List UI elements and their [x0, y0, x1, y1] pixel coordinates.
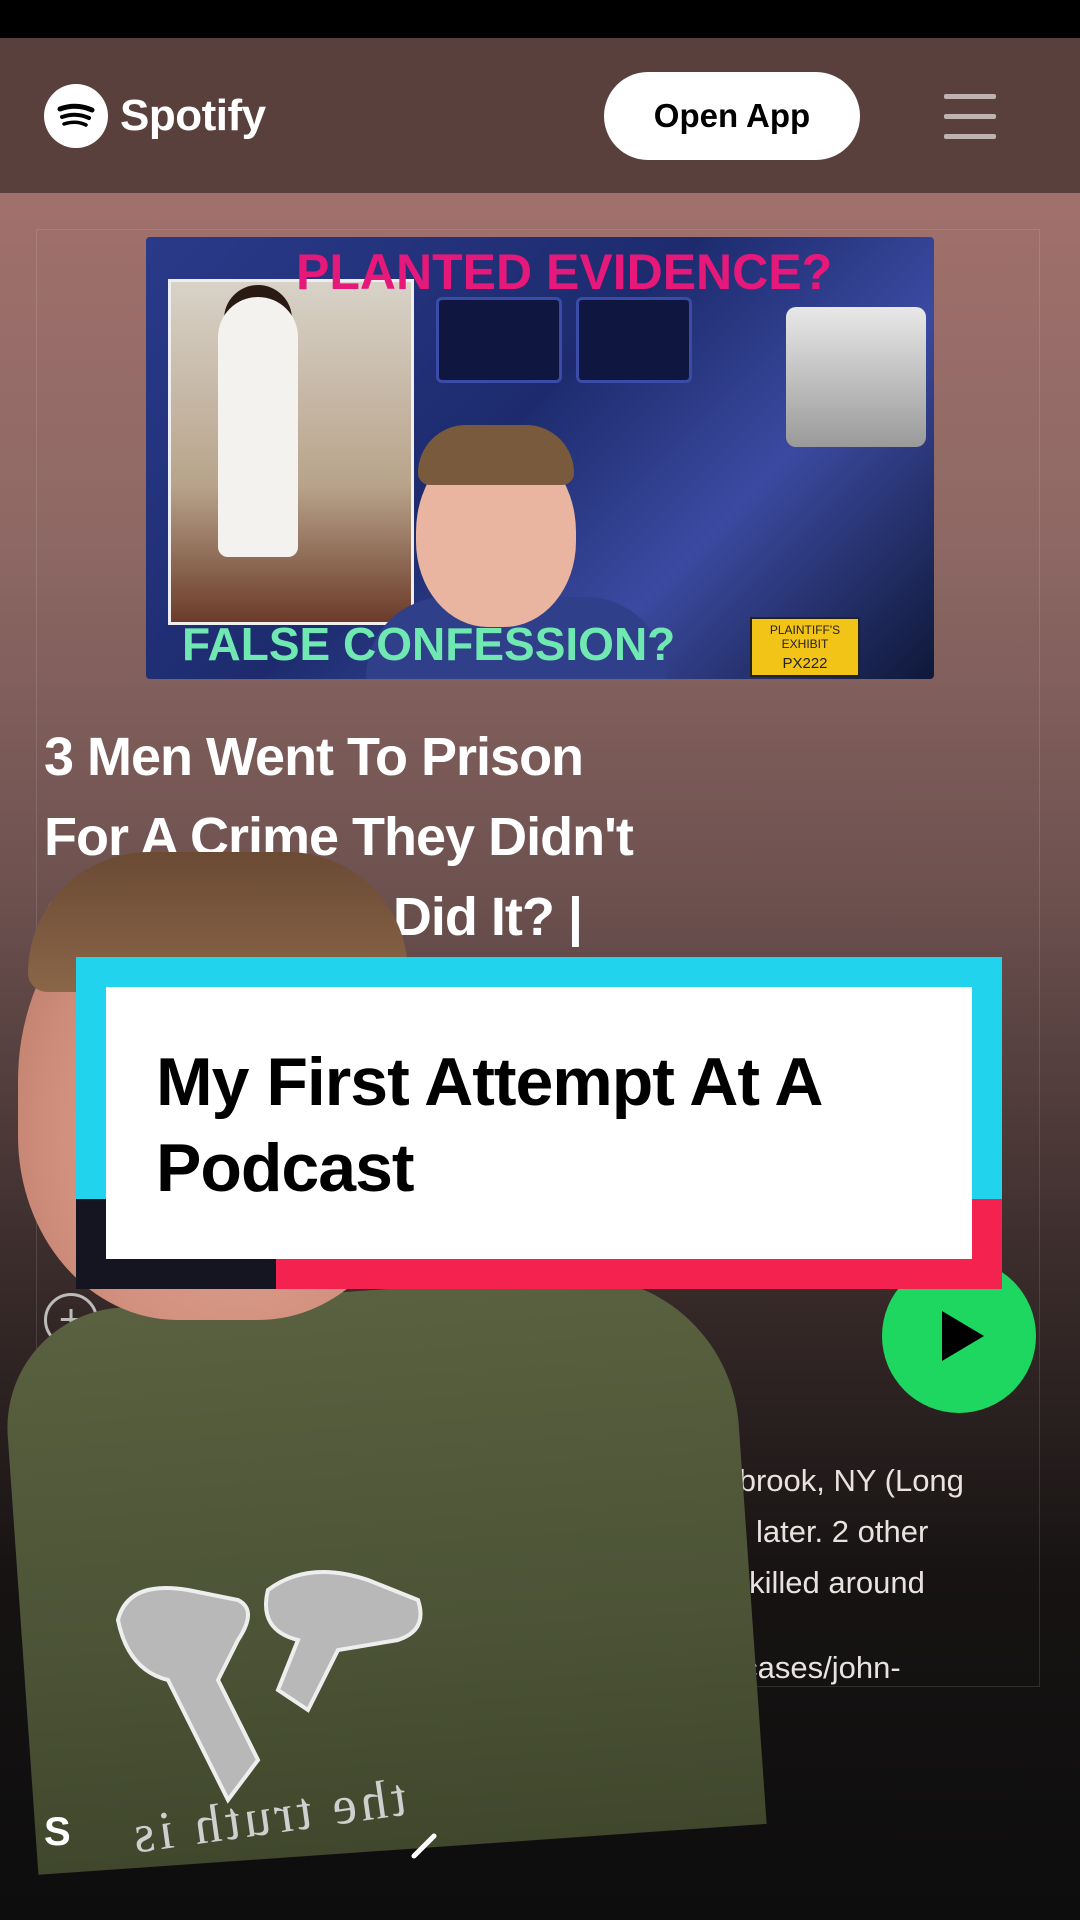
play-icon [942, 1311, 984, 1361]
caption-line: My First Attempt At A [156, 1044, 824, 1120]
exhibit-tag: PLAINTIFF'S EXHIBIT PX222 [750, 617, 860, 677]
man-hair [418, 425, 574, 485]
exhibit-code: PX222 [782, 655, 828, 672]
status-bar [0, 0, 1080, 38]
open-app-button[interactable]: Open App [604, 72, 860, 160]
brand-name: Spotify [120, 91, 266, 140]
truck-image [786, 307, 926, 447]
spotify-logo[interactable]: Spotify [44, 84, 266, 148]
app-header: Spotify Open App [0, 38, 1080, 193]
van-window [576, 297, 692, 383]
add-icon[interactable]: + [44, 1293, 98, 1347]
spotify-logo-icon [44, 84, 108, 148]
menu-icon[interactable] [944, 94, 996, 140]
woman-figure [218, 297, 298, 557]
description-line: ths later. 2 other [706, 1514, 929, 1549]
banner-card: My First Attempt At A Podcast [106, 987, 972, 1259]
episode-title-line: C… …ut Who Did It? | [44, 887, 583, 947]
episode-title-line: For A Crime They Didn't [44, 807, 634, 867]
description-link[interactable]: rg/cases/john- [706, 1642, 1046, 1693]
episode-title: 3 Men Went To Prison For A Crime They Di… [44, 717, 884, 957]
caption-banner: My First Attempt At A Podcast [76, 957, 1002, 1289]
caption-line: Podcast [156, 1130, 415, 1206]
chevron-right-icon[interactable] [410, 1816, 440, 1860]
cover-headline: PLANTED EVIDENCE? [296, 244, 833, 300]
exhibit-label: PLAINTIFF'S EXHIBIT [769, 623, 841, 651]
episode-description: ynbrook, NY (Long ths later. 2 other nd … [706, 1455, 1046, 1693]
description-line: ynbrook, NY (Long [706, 1463, 964, 1498]
van-window [436, 297, 562, 383]
description-line: nd killed around [706, 1565, 925, 1600]
cover-subheadline: FALSE CONFESSION? [182, 618, 676, 670]
caption-text: My First Attempt At A Podcast [156, 1039, 956, 1211]
episode-cover-image[interactable]: PLANTED EVIDENCE? FALSE CONFESSION? PLAI… [146, 237, 934, 679]
section-heading-fragment: S [44, 1810, 71, 1854]
episode-title-line: 3 Men Went To Prison [44, 727, 584, 787]
